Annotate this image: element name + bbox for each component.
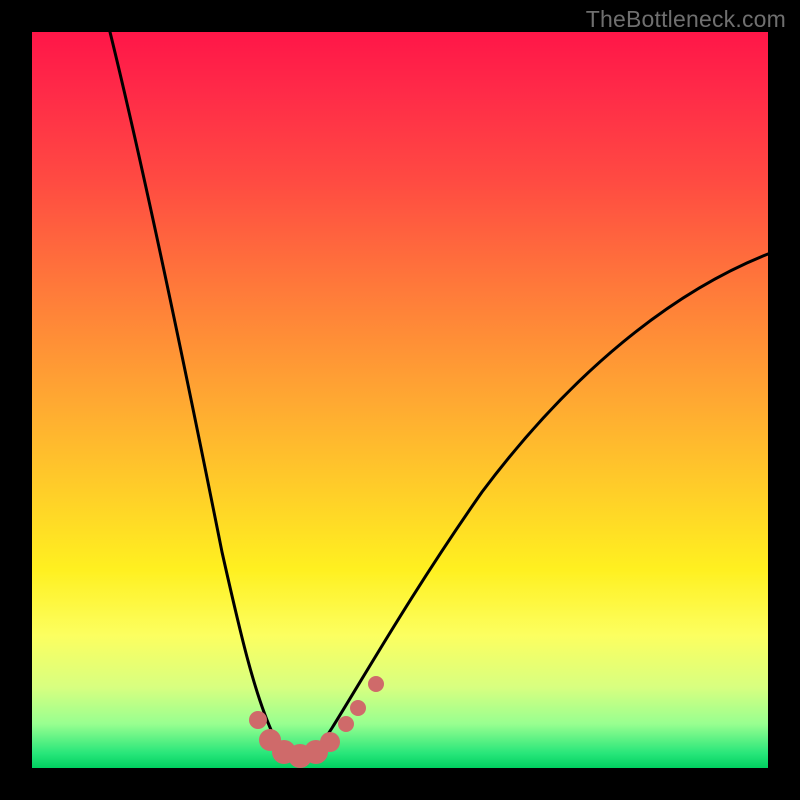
chart-frame: TheBottleneck.com (0, 0, 800, 800)
chart-svg (32, 32, 768, 768)
chart-plot-area (32, 32, 768, 768)
marker-dot (249, 711, 267, 729)
marker-dot (368, 676, 384, 692)
marker-dot (350, 700, 366, 716)
marker-dot (320, 732, 340, 752)
bottleneck-curve (110, 32, 768, 758)
marker-dot (338, 716, 354, 732)
watermark-text: TheBottleneck.com (586, 6, 786, 33)
